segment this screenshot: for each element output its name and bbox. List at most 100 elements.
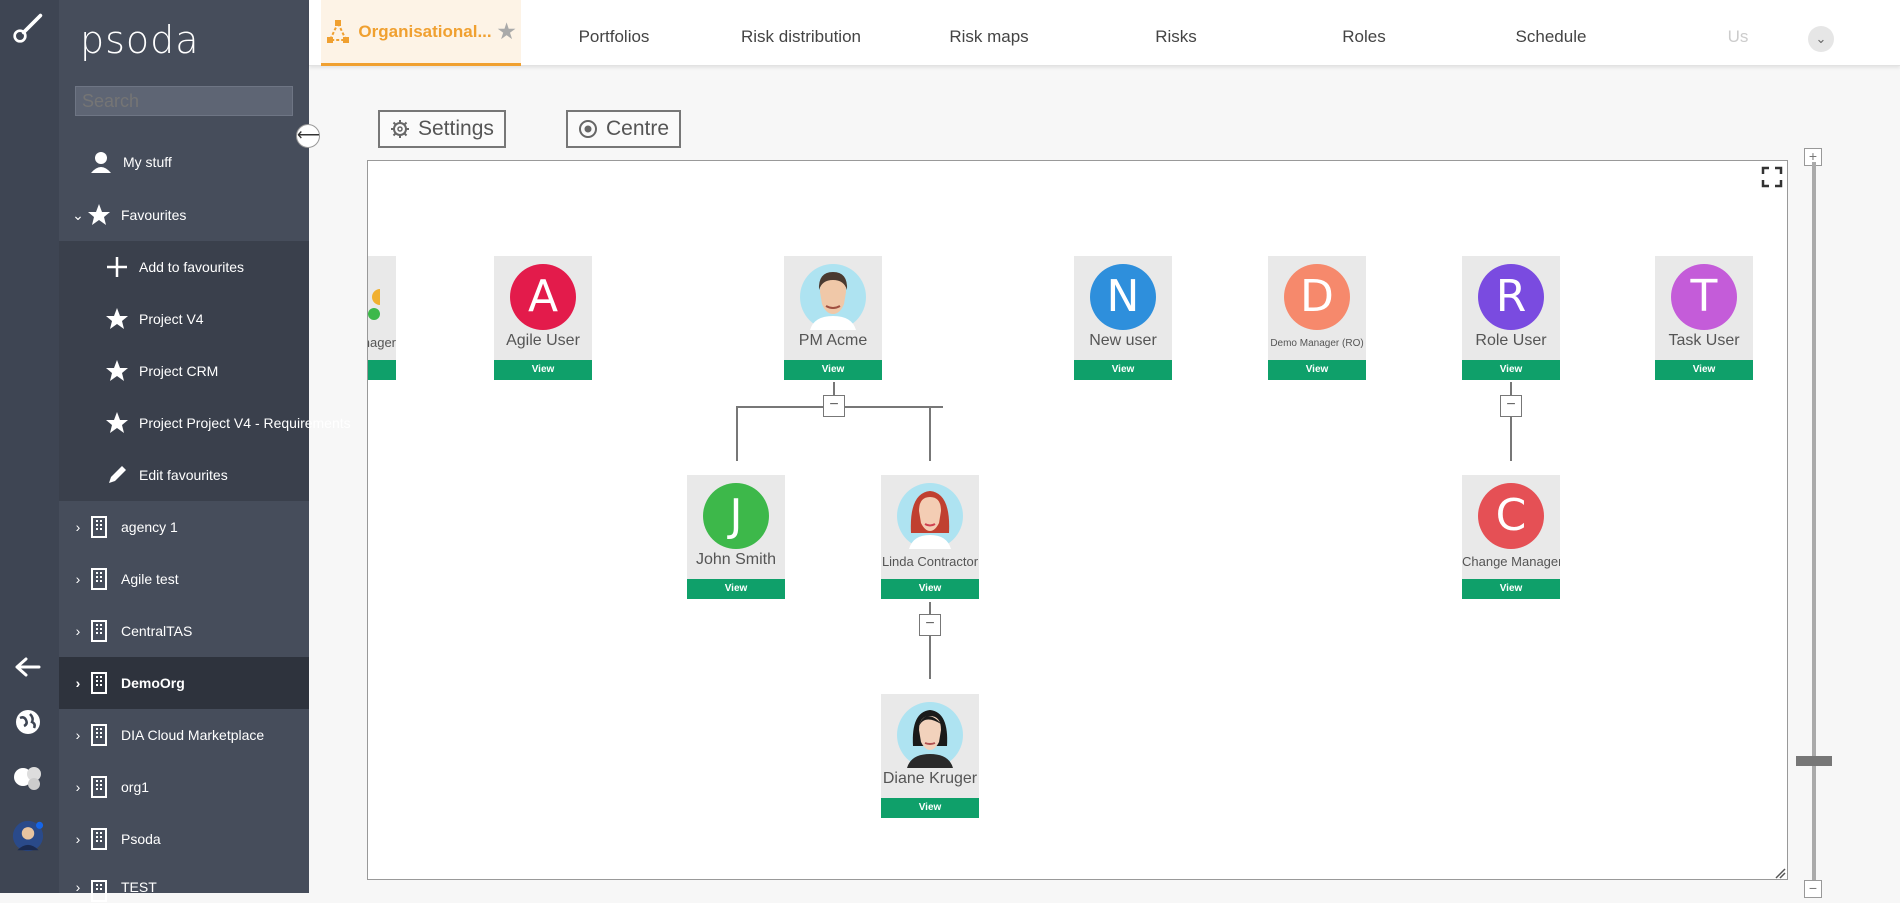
plus-icon [105,255,129,279]
node-name: Demo Manager (RO) [1270,338,1364,349]
building-icon [87,671,111,695]
chevron-right-icon: › [75,727,81,743]
view-button[interactable]: View [1074,360,1172,380]
org-node: nager View [368,256,396,380]
collapse-toggle[interactable]: − [823,395,845,417]
tab-schedule[interactable]: Schedule [1477,0,1625,66]
node-avatar: C [1478,483,1544,549]
view-button[interactable]: View [881,798,979,818]
male-avatar-icon [800,264,866,330]
node-name: Task User [1668,332,1740,349]
back-arrow-icon[interactable] [12,651,44,683]
connector-line [929,636,931,679]
building-icon [87,827,111,851]
connector-line [736,406,834,408]
view-button[interactable]: View [1655,360,1753,380]
sidebar-org-demoorg[interactable]: › DemoOrg [59,657,309,709]
icon-rail [0,0,59,893]
collapse-toggle[interactable]: − [1500,395,1522,417]
node-name: PM Acme [798,332,868,349]
fav-item-label: Project Project V4 - Requirements [139,415,351,431]
settings-button[interactable]: Settings [378,110,506,148]
sidebar-org-centraltas[interactable]: › CentralTAS [59,605,309,657]
app-logo[interactable]: psoda [80,18,200,62]
node-name: nager [368,335,396,350]
org-node: T Task User View [1655,256,1753,380]
sidebar-item-favourites[interactable]: ⌄ Favourites [59,189,309,241]
star-icon [87,203,111,227]
search-input[interactable] [75,86,293,116]
sidebar-org-dia-cloud[interactable]: › DIA Cloud Marketplace [59,709,309,761]
sidebar-org-test[interactable]: › TEST [59,863,309,902]
collapse-toggle[interactable]: − [919,614,941,636]
org-chart-canvas[interactable]: − − − nager View A Agile User View PM Ac… [367,160,1788,880]
tab-users[interactable]: Us [1664,0,1812,66]
view-button[interactable]: View [1462,579,1560,599]
chevron-right-icon: › [75,571,81,587]
tab-risk-maps[interactable]: Risk maps [915,0,1063,66]
fav-project-v4[interactable]: Project V4 [59,293,309,345]
sidebar-org-org1[interactable]: › org1 [59,761,309,813]
view-button[interactable]: View [368,360,396,380]
psoda-logo-icon[interactable] [12,12,44,44]
sidebar-item-my-stuff[interactable]: My stuff [59,136,309,188]
globe-icon[interactable] [12,706,44,738]
org-chart-icon [326,19,350,44]
node-avatar: J [703,483,769,549]
zoom-slider-handle[interactable] [1796,756,1832,766]
view-button[interactable]: View [1462,360,1560,380]
chevron-right-icon: › [75,831,81,847]
more-tabs-button[interactable]: ⌄ [1808,26,1834,52]
org-label: DemoOrg [121,675,185,691]
building-icon [87,879,111,903]
view-button[interactable]: View [687,579,785,599]
fav-add[interactable]: Add to favourites [59,241,309,293]
favourite-star-icon[interactable]: ★ [498,19,516,44]
view-button[interactable]: View [881,579,979,599]
node-name: Agile User [506,332,580,349]
view-button[interactable]: View [1268,360,1366,380]
tab-organisational[interactable]: Organisational... ★ [321,0,521,66]
fav-project-crm[interactable]: Project CRM [59,345,309,397]
tab-roles[interactable]: Roles [1290,0,1438,66]
org-node: C Change Manager View [1462,475,1560,599]
sidebar-item-label: Favourites [121,207,187,223]
building-icon [87,567,111,591]
tab-portfolios[interactable]: Portfolios [540,0,688,66]
user-avatar[interactable] [12,820,44,852]
user-icon [89,150,113,174]
gear-icon [390,119,410,139]
sidebar-org-agency-1[interactable]: › agency 1 [59,501,309,553]
node-name: Role User [1475,332,1547,349]
org-label: org1 [121,779,150,795]
sidebar-org-psoda[interactable]: › Psoda [59,813,309,865]
node-avatar: A [510,264,576,330]
tab-risks[interactable]: Risks [1102,0,1250,66]
zoom-out-button[interactable]: − [1804,880,1822,898]
star-icon [105,411,129,435]
tab-risk-distribution[interactable]: Risk distribution [727,0,875,66]
sidebar-org-agile-test[interactable]: › Agile test [59,553,309,605]
fav-edit[interactable]: Edit favourites [59,449,309,501]
node-avatar [368,264,388,330]
org-label: agency 1 [121,519,178,535]
fav-project-requirements[interactable]: Project Project V4 - Requirements [59,397,351,449]
star-icon [105,307,129,331]
building-icon [87,723,111,747]
connector-line [929,406,931,461]
node-name: New user [1089,332,1157,349]
centre-button[interactable]: Centre [566,110,682,148]
view-button[interactable]: View [784,360,882,380]
node-avatar: R [1478,264,1544,330]
zoom-slider-track[interactable] [1812,162,1816,887]
sidebar-item-label: My stuff [123,154,172,170]
chevron-down-icon: ⌄ [72,206,84,223]
resize-handle-icon[interactable] [1774,866,1786,879]
centre-label: Centre [606,117,670,140]
org-label: DIA Cloud Marketplace [121,727,265,743]
building-icon [87,775,111,799]
fullscreen-icon[interactable] [1761,166,1783,188]
users-icon[interactable] [12,762,44,794]
view-button[interactable]: View [494,360,592,380]
female-avatar-icon [897,483,963,549]
